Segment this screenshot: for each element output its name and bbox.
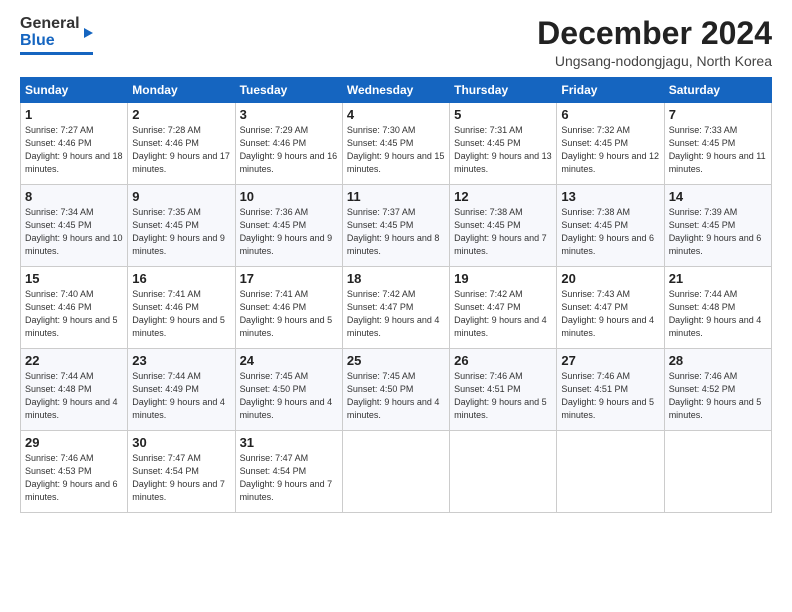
logo-arrow-icon bbox=[84, 28, 93, 38]
day-8: 8 Sunrise: 7:34 AMSunset: 4:45 PMDayligh… bbox=[21, 185, 128, 267]
day-empty bbox=[450, 431, 557, 513]
location: Ungsang-nodongjagu, North Korea bbox=[537, 53, 772, 69]
day-24: 24 Sunrise: 7:45 AMSunset: 4:50 PMDaylig… bbox=[235, 349, 342, 431]
col-monday: Monday bbox=[128, 78, 235, 103]
month-title: December 2024 bbox=[537, 16, 772, 51]
page: General Blue December 2024 Ungsang-nodon… bbox=[0, 0, 792, 612]
col-thursday: Thursday bbox=[450, 78, 557, 103]
logo-blue: Blue bbox=[20, 33, 80, 50]
day-7: 7 Sunrise: 7:33 AMSunset: 4:45 PMDayligh… bbox=[664, 103, 771, 185]
week-row-1: 1 Sunrise: 7:27 AMSunset: 4:46 PMDayligh… bbox=[21, 103, 772, 185]
day-13: 13 Sunrise: 7:38 AMSunset: 4:45 PMDaylig… bbox=[557, 185, 664, 267]
day-15: 15 Sunrise: 7:40 AMSunset: 4:46 PMDaylig… bbox=[21, 267, 128, 349]
day-16: 16 Sunrise: 7:41 AMSunset: 4:46 PMDaylig… bbox=[128, 267, 235, 349]
col-tuesday: Tuesday bbox=[235, 78, 342, 103]
day-9: 9 Sunrise: 7:35 AMSunset: 4:45 PMDayligh… bbox=[128, 185, 235, 267]
day-empty bbox=[342, 431, 449, 513]
day-31: 31 Sunrise: 7:47 AMSunset: 4:54 PMDaylig… bbox=[235, 431, 342, 513]
calendar: Sunday Monday Tuesday Wednesday Thursday… bbox=[20, 77, 772, 513]
day-28: 28 Sunrise: 7:46 AMSunset: 4:52 PMDaylig… bbox=[664, 349, 771, 431]
header-row: Sunday Monday Tuesday Wednesday Thursday… bbox=[21, 78, 772, 103]
day-10: 10 Sunrise: 7:36 AMSunset: 4:45 PMDaylig… bbox=[235, 185, 342, 267]
day-3: 3 Sunrise: 7:29 AMSunset: 4:46 PMDayligh… bbox=[235, 103, 342, 185]
logo: General Blue bbox=[20, 16, 93, 55]
col-sunday: Sunday bbox=[21, 78, 128, 103]
day-19: 19 Sunrise: 7:42 AMSunset: 4:47 PMDaylig… bbox=[450, 267, 557, 349]
day-empty bbox=[557, 431, 664, 513]
day-4: 4 Sunrise: 7:30 AMSunset: 4:45 PMDayligh… bbox=[342, 103, 449, 185]
day-26: 26 Sunrise: 7:46 AMSunset: 4:51 PMDaylig… bbox=[450, 349, 557, 431]
day-17: 17 Sunrise: 7:41 AMSunset: 4:46 PMDaylig… bbox=[235, 267, 342, 349]
day-2: 2 Sunrise: 7:28 AMSunset: 4:46 PMDayligh… bbox=[128, 103, 235, 185]
day-30: 30 Sunrise: 7:47 AMSunset: 4:54 PMDaylig… bbox=[128, 431, 235, 513]
logo-underline bbox=[20, 52, 93, 55]
header: General Blue December 2024 Ungsang-nodon… bbox=[20, 16, 772, 69]
day-5: 5 Sunrise: 7:31 AMSunset: 4:45 PMDayligh… bbox=[450, 103, 557, 185]
logo-arrow-container bbox=[84, 28, 93, 38]
col-saturday: Saturday bbox=[664, 78, 771, 103]
day-empty bbox=[664, 431, 771, 513]
col-friday: Friday bbox=[557, 78, 664, 103]
day-11: 11 Sunrise: 7:37 AMSunset: 4:45 PMDaylig… bbox=[342, 185, 449, 267]
week-row-3: 15 Sunrise: 7:40 AMSunset: 4:46 PMDaylig… bbox=[21, 267, 772, 349]
week-row-2: 8 Sunrise: 7:34 AMSunset: 4:45 PMDayligh… bbox=[21, 185, 772, 267]
day-14: 14 Sunrise: 7:39 AMSunset: 4:45 PMDaylig… bbox=[664, 185, 771, 267]
day-18: 18 Sunrise: 7:42 AMSunset: 4:47 PMDaylig… bbox=[342, 267, 449, 349]
day-20: 20 Sunrise: 7:43 AMSunset: 4:47 PMDaylig… bbox=[557, 267, 664, 349]
day-27: 27 Sunrise: 7:46 AMSunset: 4:51 PMDaylig… bbox=[557, 349, 664, 431]
title-section: December 2024 Ungsang-nodongjagu, North … bbox=[537, 16, 772, 69]
day-12: 12 Sunrise: 7:38 AMSunset: 4:45 PMDaylig… bbox=[450, 185, 557, 267]
day-29: 29 Sunrise: 7:46 AMSunset: 4:53 PMDaylig… bbox=[21, 431, 128, 513]
day-21: 21 Sunrise: 7:44 AMSunset: 4:48 PMDaylig… bbox=[664, 267, 771, 349]
col-wednesday: Wednesday bbox=[342, 78, 449, 103]
day-23: 23 Sunrise: 7:44 AMSunset: 4:49 PMDaylig… bbox=[128, 349, 235, 431]
week-row-4: 22 Sunrise: 7:44 AMSunset: 4:48 PMDaylig… bbox=[21, 349, 772, 431]
day-22: 22 Sunrise: 7:44 AMSunset: 4:48 PMDaylig… bbox=[21, 349, 128, 431]
day-25: 25 Sunrise: 7:45 AMSunset: 4:50 PMDaylig… bbox=[342, 349, 449, 431]
day-6: 6 Sunrise: 7:32 AMSunset: 4:45 PMDayligh… bbox=[557, 103, 664, 185]
logo-general: General bbox=[20, 16, 80, 33]
day-1: 1 Sunrise: 7:27 AMSunset: 4:46 PMDayligh… bbox=[21, 103, 128, 185]
week-row-5: 29 Sunrise: 7:46 AMSunset: 4:53 PMDaylig… bbox=[21, 431, 772, 513]
